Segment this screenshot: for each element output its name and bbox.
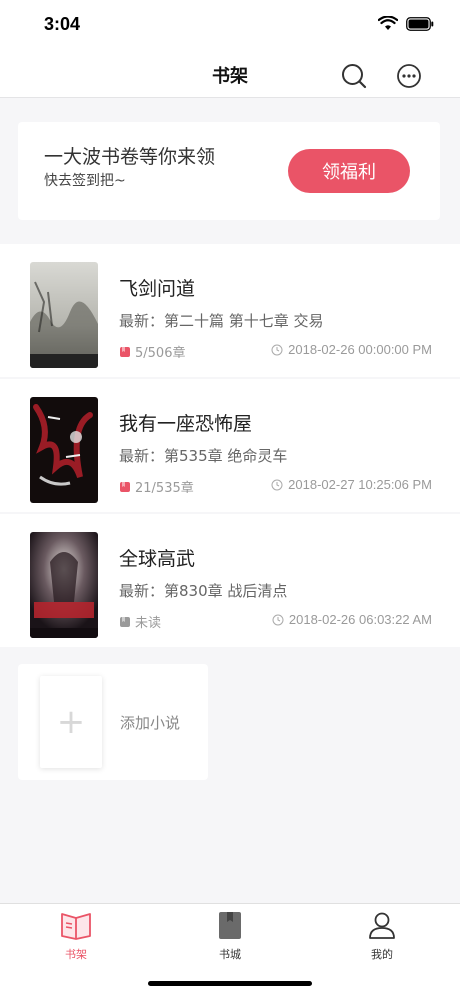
book-latest-chapter: 最新：第535章 绝命灵车 xyxy=(119,447,288,465)
wifi-icon xyxy=(377,15,399,35)
search-button[interactable] xyxy=(340,62,368,90)
claim-welfare-button[interactable]: 领福利 xyxy=(288,149,410,193)
home-indicator[interactable] xyxy=(148,981,312,986)
welfare-banner: 一大波书卷等你来领 快去签到把~ 领福利 xyxy=(18,122,440,220)
book-cover xyxy=(30,397,98,503)
bookmark-icon xyxy=(120,346,130,357)
book-title: 飞剑问道 xyxy=(119,278,196,300)
book-item[interactable]: 我有一座恐怖屋 最新：第535章 绝命灵车 21/535章 2018-02-27… xyxy=(0,379,460,512)
book-progress: 5/506章 xyxy=(119,342,185,361)
book-open-icon xyxy=(61,913,91,940)
book-latest-chapter: 最新：第二十篇 第十七章 交易 xyxy=(119,312,324,330)
book-update-time: 2018-02-26 00:00:00 PM xyxy=(271,342,432,357)
add-icon[interactable]: + xyxy=(40,676,102,768)
book-item[interactable]: 全球高武 最新：第830章 战后清点 未读 2018-02-26 06:03:2… xyxy=(0,514,460,647)
status-bar: 3:04 xyxy=(0,0,460,50)
tab-label: 我的 xyxy=(371,948,393,961)
tab-bookstore[interactable]: 书城 xyxy=(185,910,275,962)
book-title: 我有一座恐怖屋 xyxy=(119,413,253,435)
tab-mine[interactable]: 我的 xyxy=(337,910,427,962)
bookmark-icon xyxy=(120,481,130,492)
page-title: 书架 xyxy=(212,66,248,87)
bookstore-icon xyxy=(219,912,241,939)
book-list: 飞剑问道 最新：第二十篇 第十七章 交易 5/506章 2018-02-26 0… xyxy=(0,244,460,649)
book-title: 全球高武 xyxy=(119,548,196,570)
nav-bar: 书架 xyxy=(0,50,460,98)
clock-icon xyxy=(271,344,283,355)
battery-icon xyxy=(406,16,434,35)
update-time-text: 2018-02-26 00:00:00 PM xyxy=(288,342,432,357)
more-button[interactable] xyxy=(395,62,423,90)
update-time-text: 2018-02-27 10:25:06 PM xyxy=(288,477,432,492)
bookmark-icon xyxy=(120,616,130,627)
search-icon xyxy=(342,64,367,89)
tab-label: 书架 xyxy=(65,948,87,961)
add-novel-card[interactable]: + 添加小说 xyxy=(18,664,208,780)
book-update-time: 2018-02-26 06:03:22 AM xyxy=(272,612,432,627)
banner-subtitle: 快去签到把~ xyxy=(44,173,126,189)
status-time: 3:04 xyxy=(44,14,81,34)
book-latest-chapter: 最新：第830章 战后清点 xyxy=(119,582,288,600)
book-cover xyxy=(30,262,98,368)
book-progress: 21/535章 xyxy=(119,477,194,496)
book-update-time: 2018-02-27 10:25:06 PM xyxy=(271,477,432,492)
clock-icon xyxy=(272,614,284,625)
add-novel-label: 添加小说 xyxy=(120,714,181,732)
clock-icon xyxy=(271,479,283,490)
progress-text: 未读 xyxy=(135,616,162,631)
book-progress: 未读 xyxy=(119,612,161,631)
tab-label: 书城 xyxy=(219,948,241,961)
status-icons xyxy=(377,15,434,35)
progress-text: 21/535章 xyxy=(135,481,194,496)
update-time-text: 2018-02-26 06:03:22 AM xyxy=(288,612,432,627)
more-icon xyxy=(397,64,421,88)
tab-bookshelf[interactable]: 书架 xyxy=(31,910,121,962)
progress-text: 5/506章 xyxy=(135,346,186,361)
book-item[interactable]: 飞剑问道 最新：第二十篇 第十七章 交易 5/506章 2018-02-26 0… xyxy=(0,244,460,377)
user-icon xyxy=(369,912,395,939)
banner-title: 一大波书卷等你来领 xyxy=(44,146,216,168)
book-cover xyxy=(30,532,98,638)
